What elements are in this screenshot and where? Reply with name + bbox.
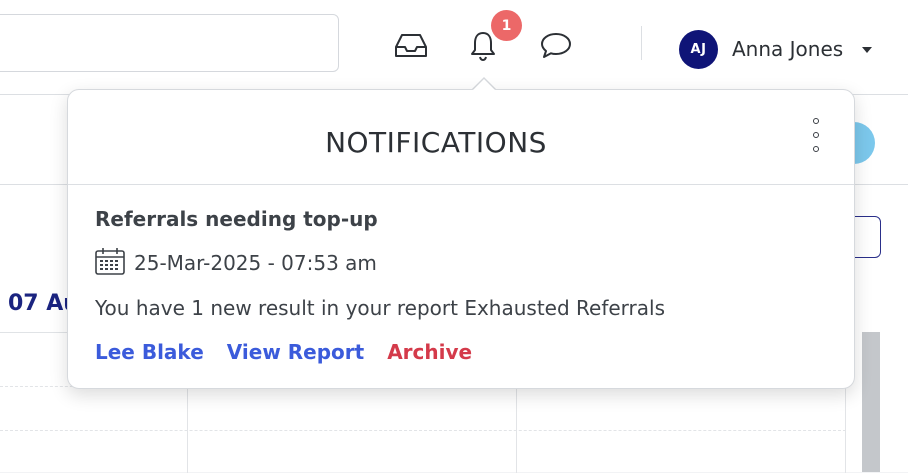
notification-actions: Lee Blake View Report Archive	[95, 340, 472, 364]
grid-line	[0, 430, 846, 431]
notifications-popover: NOTIFICATIONS Referrals needing top-up 2…	[67, 89, 855, 389]
avatar[interactable]: AJ	[679, 30, 718, 69]
archive-link[interactable]: Archive	[387, 340, 472, 364]
chat-bubble-icon[interactable]	[538, 28, 574, 64]
calendar-icon	[94, 246, 126, 280]
search-input[interactable]	[0, 14, 339, 72]
notification-datetime: 25-Mar-2025 - 07:53 am	[134, 251, 377, 275]
caret-down-icon[interactable]	[862, 47, 872, 53]
dot	[813, 146, 819, 152]
notification-title: Referrals needing top-up	[95, 207, 378, 231]
notifications-title: NOTIFICATIONS	[325, 126, 547, 159]
header-divider	[641, 26, 642, 60]
top-bar: 1 AJ Anna Jones	[0, 0, 908, 95]
scrollbar[interactable]	[862, 332, 880, 472]
user-name[interactable]: Anna Jones	[732, 37, 843, 61]
inbox-tray-icon[interactable]	[393, 28, 429, 64]
person-link[interactable]: Lee Blake	[95, 340, 204, 364]
notification-date-row: 25-Mar-2025 - 07:53 am	[94, 246, 377, 280]
view-report-link[interactable]: View Report	[227, 340, 364, 364]
popover-arrow-fill	[473, 79, 495, 90]
dot	[813, 132, 819, 138]
popover-divider	[68, 184, 854, 185]
more-options-icon[interactable]	[806, 118, 826, 152]
notification-message: You have 1 new result in your report Exh…	[95, 296, 666, 320]
notification-count-badge: 1	[491, 10, 522, 41]
dot	[813, 118, 819, 124]
